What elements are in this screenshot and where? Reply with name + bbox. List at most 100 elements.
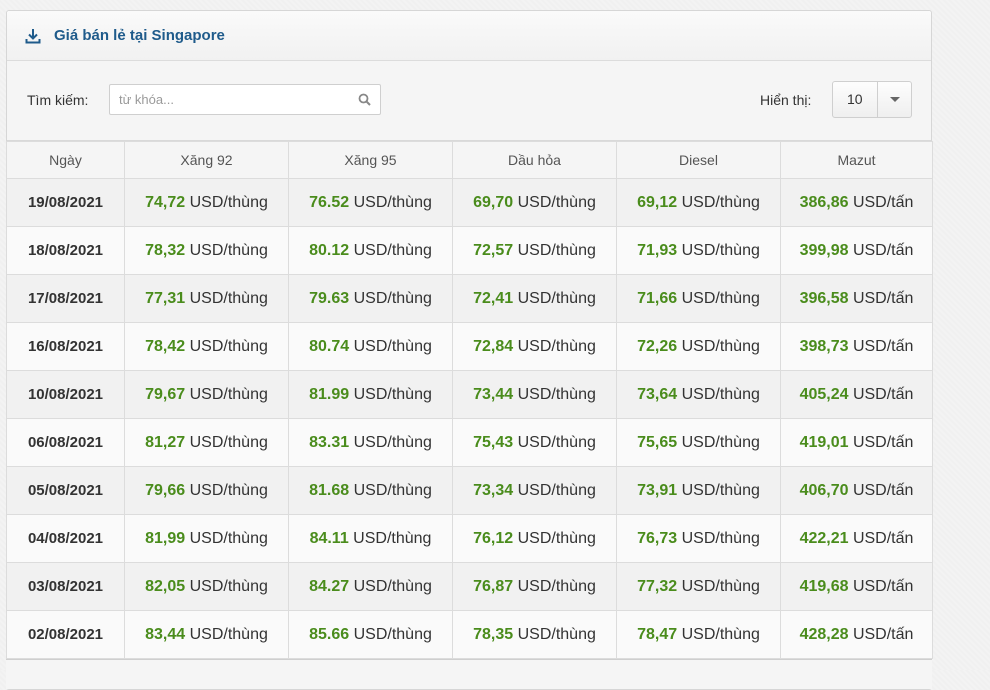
column-header-date[interactable]: Ngày xyxy=(6,141,125,179)
price-unit: USD/thùng xyxy=(677,433,760,451)
search-input[interactable] xyxy=(110,85,350,114)
price-value: 396,58 xyxy=(799,289,849,307)
price-value: 76,73 xyxy=(637,529,678,547)
price-unit: USD/thùng xyxy=(349,337,432,355)
price-unit: USD/tấn xyxy=(848,289,914,307)
panel-title: Giá bán lẻ tại Singapore xyxy=(54,27,225,44)
price-value: 73,91 xyxy=(637,481,678,499)
search-icon[interactable] xyxy=(358,93,371,106)
cell-price: 71,93 USD/thùng xyxy=(616,226,781,275)
cell-price: 85.66 USD/thùng xyxy=(288,610,453,659)
cell-price: 81,99 USD/thùng xyxy=(124,514,289,563)
column-header-xang92[interactable]: Xăng 92 xyxy=(124,141,289,179)
price-unit: USD/thùng xyxy=(349,289,432,307)
page-size-label: Hiển thị: xyxy=(760,92,812,108)
cell-price: 69,12 USD/thùng xyxy=(616,178,781,227)
price-unit: USD/tấn xyxy=(848,193,914,211)
cell-date: 10/08/2021 xyxy=(6,370,125,419)
price-unit: USD/thùng xyxy=(349,625,432,643)
price-unit: USD/tấn xyxy=(848,433,914,451)
search-box[interactable] xyxy=(109,84,381,115)
price-value: 73,44 xyxy=(473,385,514,403)
table-row: 17/08/2021 77,31 USD/thùng 79.63 USD/thùng… xyxy=(6,274,933,323)
price-unit: USD/thùng xyxy=(677,289,760,307)
cell-price: 83.31 USD/thùng xyxy=(288,418,453,467)
price-unit: USD/thùng xyxy=(513,385,596,403)
price-value: 75,43 xyxy=(473,433,514,451)
cell-price: 79.63 USD/thùng xyxy=(288,274,453,323)
cell-price: 82,05 USD/thùng xyxy=(124,562,289,611)
price-value: 72,84 xyxy=(473,337,514,355)
cell-date: 04/08/2021 xyxy=(6,514,125,563)
price-value: 405,24 xyxy=(799,385,849,403)
cell-date: 03/08/2021 xyxy=(6,562,125,611)
cell-price: 419,68 USD/tấn xyxy=(780,562,933,611)
price-value: 78,32 xyxy=(145,241,186,259)
chevron-down-icon xyxy=(889,97,900,102)
price-unit: USD/thùng xyxy=(185,385,268,403)
price-value: 73,34 xyxy=(473,481,514,499)
table-row: 10/08/2021 79,67 USD/thùng 81.99 USD/thùng… xyxy=(6,370,933,419)
price-unit: USD/thùng xyxy=(185,289,268,307)
price-value: 84.27 xyxy=(309,577,350,595)
table-toolbar: Tìm kiếm: Hiển thị: 10 xyxy=(7,61,931,141)
column-header-xang95[interactable]: Xăng 95 xyxy=(288,141,453,179)
page-size-value[interactable]: 10 xyxy=(833,82,878,117)
cell-price: 396,58 USD/tấn xyxy=(780,274,933,323)
price-value: 84.11 xyxy=(309,529,349,547)
panel-header: Giá bán lẻ tại Singapore xyxy=(7,11,931,61)
price-value: 77,31 xyxy=(145,289,186,307)
table-footer xyxy=(6,659,932,689)
price-value: 82,05 xyxy=(145,577,186,595)
price-table: Ngày Xăng 92 Xăng 95 Dầu hỏa Diesel Mazu… xyxy=(6,141,933,659)
cell-price: 80.12 USD/thùng xyxy=(288,226,453,275)
cell-price: 80.74 USD/thùng xyxy=(288,322,453,371)
price-value: 71,66 xyxy=(637,289,678,307)
price-unit: USD/thùng xyxy=(677,337,760,355)
cell-price: 69,70 USD/thùng xyxy=(452,178,617,227)
cell-price: 419,01 USD/tấn xyxy=(780,418,933,467)
price-value: 74,72 xyxy=(145,193,186,211)
price-value: 386,86 xyxy=(799,193,849,211)
price-value: 72,57 xyxy=(473,241,514,259)
cell-price: 78,42 USD/thùng xyxy=(124,322,289,371)
price-value: 79.63 xyxy=(309,289,350,307)
column-header-mazut[interactable]: Mazut xyxy=(780,141,933,179)
table-row: 02/08/2021 83,44 USD/thùng 85.66 USD/thùng… xyxy=(6,610,933,659)
table-body: 19/08/2021 74,72 USD/thùng 76.52 USD/thùng… xyxy=(6,178,933,659)
price-unit: USD/thùng xyxy=(349,481,432,499)
price-value: 72,41 xyxy=(473,289,514,307)
price-unit: USD/thùng xyxy=(185,577,268,595)
column-header-diesel[interactable]: Diesel xyxy=(616,141,781,179)
price-unit: USD/thùng xyxy=(185,481,268,499)
price-unit: USD/tấn xyxy=(848,529,914,547)
page-size-dropdown-button[interactable] xyxy=(878,82,911,117)
cell-price: 71,66 USD/thùng xyxy=(616,274,781,323)
cell-price: 84.11 USD/thùng xyxy=(288,514,453,563)
cell-price: 76.52 USD/thùng xyxy=(288,178,453,227)
cell-price: 83,44 USD/thùng xyxy=(124,610,289,659)
page-size-select[interactable]: 10 xyxy=(832,81,912,118)
price-value: 81.68 xyxy=(309,481,350,499)
table-row: 18/08/2021 78,32 USD/thùng 80.12 USD/thùng… xyxy=(6,226,933,275)
price-unit: USD/tấn xyxy=(848,625,914,643)
download-icon[interactable] xyxy=(25,28,41,44)
cell-date: 16/08/2021 xyxy=(6,322,125,371)
cell-price: 76,87 USD/thùng xyxy=(452,562,617,611)
cell-date: 05/08/2021 xyxy=(6,466,125,515)
price-unit: USD/thùng xyxy=(185,337,268,355)
price-unit: USD/thùng xyxy=(349,385,432,403)
cell-price: 405,24 USD/tấn xyxy=(780,370,933,419)
price-value: 76,87 xyxy=(473,577,514,595)
cell-price: 76,12 USD/thùng xyxy=(452,514,617,563)
price-value: 69,12 xyxy=(637,193,678,211)
table-row: 05/08/2021 79,66 USD/thùng 81.68 USD/thùng… xyxy=(6,466,933,515)
price-unit: USD/tấn xyxy=(848,481,914,499)
column-header-dau-hoa[interactable]: Dầu hỏa xyxy=(452,141,617,179)
cell-date: 02/08/2021 xyxy=(6,610,125,659)
cell-price: 84.27 USD/thùng xyxy=(288,562,453,611)
price-value: 83.31 xyxy=(309,433,350,451)
cell-date: 18/08/2021 xyxy=(6,226,125,275)
price-panel: Giá bán lẻ tại Singapore Tìm kiếm: Hiển … xyxy=(6,10,933,690)
cell-price: 73,44 USD/thùng xyxy=(452,370,617,419)
